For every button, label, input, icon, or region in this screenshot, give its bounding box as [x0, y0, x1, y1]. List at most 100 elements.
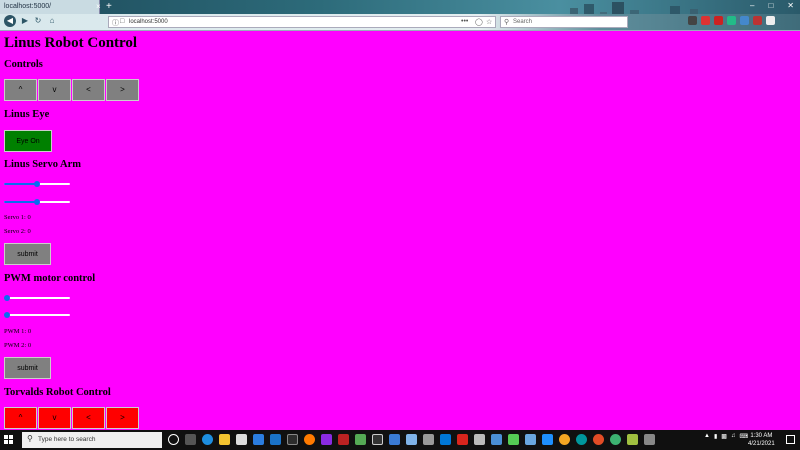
home-icon[interactable]: ⌂ — [46, 15, 58, 27]
linus-right-button[interactable]: > — [106, 79, 139, 101]
keyboard-icon[interactable]: ⌨ — [739, 433, 748, 440]
app-teal-icon[interactable] — [610, 434, 621, 445]
cortana-icon[interactable] — [168, 434, 179, 445]
pwm1-slider-thumb[interactable] — [4, 295, 10, 301]
browser-tab[interactable]: localhost:5000/ — [0, 0, 100, 14]
pocket-icon[interactable]: ◯ — [475, 18, 483, 26]
app-grey-icon[interactable] — [474, 434, 485, 445]
window-controls: – □ ✕ — [750, 1, 794, 10]
torvalds-left-button[interactable]: < — [72, 407, 105, 429]
pwm2-slider-thumb[interactable] — [4, 312, 10, 318]
page-title: Linus Robot Control — [4, 35, 138, 51]
taskbar-search-input[interactable]: ⚲ Type here to search — [22, 432, 162, 448]
maximize-icon[interactable]: □ — [768, 1, 773, 10]
page-icon: □ — [120, 18, 125, 25]
page-actions-icon[interactable]: ••• — [461, 18, 468, 25]
app-red-icon[interactable] — [338, 434, 349, 445]
tab-close-icon[interactable]: × — [96, 2, 101, 11]
minimize-icon[interactable]: – — [750, 1, 754, 10]
extension-red-icon[interactable] — [701, 16, 710, 25]
notification-center-icon[interactable] — [786, 435, 795, 444]
app-p-icon[interactable] — [440, 434, 451, 445]
servo2-slider[interactable] — [4, 199, 70, 205]
terminal-icon[interactable] — [372, 434, 383, 445]
servo2-slider-thumb[interactable] — [34, 199, 40, 205]
photos-icon[interactable] — [525, 434, 536, 445]
firefox-icon[interactable] — [304, 434, 315, 445]
app-blue-icon[interactable] — [270, 434, 281, 445]
bookmark-star-icon[interactable]: ☆ — [486, 18, 492, 26]
menu-icon[interactable] — [766, 16, 775, 25]
pwm1-slider-track — [4, 297, 70, 299]
chrome-icon[interactable] — [593, 434, 604, 445]
app-dark-icon[interactable] — [287, 434, 298, 445]
pwm-submit-button[interactable]: submit — [4, 357, 51, 379]
torvalds-up-button[interactable]: ^ — [4, 407, 37, 429]
app-folder-icon[interactable] — [389, 434, 400, 445]
file-explorer-icon[interactable] — [219, 434, 230, 445]
extension-green-icon[interactable] — [727, 16, 736, 25]
servo1-slider-fill — [4, 183, 37, 185]
people-icon[interactable]: ▲ — [704, 433, 710, 440]
acrobat-icon[interactable] — [457, 434, 468, 445]
pwm1-slider[interactable] — [4, 295, 70, 301]
arduino-icon[interactable] — [576, 434, 587, 445]
extension-blue-icon[interactable] — [740, 16, 749, 25]
eye-heading: Linus Eye — [4, 109, 50, 120]
app-x-icon[interactable] — [491, 434, 502, 445]
clock-time: 1:30 AM — [750, 433, 773, 439]
eye-on-button[interactable]: Eye On — [4, 130, 52, 152]
adblock-icon[interactable] — [714, 16, 723, 25]
windows-start-icon[interactable] — [4, 435, 14, 445]
pwm2-slider-track — [4, 314, 70, 316]
taskbar-search-icon: ⚲ — [27, 434, 33, 443]
close-window-icon[interactable]: ✕ — [787, 1, 794, 10]
page-content: Linus Robot Control Controls ^ v < > Lin… — [0, 31, 800, 430]
windows-taskbar: ⚲ Type here to search ▲ ▮ ▩ ♫ ⌨ 1:30 AM … — [0, 430, 800, 450]
address-bar[interactable]: ⓘ □ localhost:5000 ••• ◯ ☆ — [108, 16, 496, 28]
taskbar-search-placeholder: Type here to search — [38, 436, 96, 443]
torvalds-down-button[interactable]: v — [38, 407, 71, 429]
url-text: localhost:5000 — [129, 19, 168, 25]
pwm2-readout: PWM 2: 0 — [4, 342, 32, 349]
browser-search-input[interactable]: ⚲ Search — [500, 16, 628, 28]
settings-icon[interactable] — [423, 434, 434, 445]
pwm2-slider[interactable] — [4, 312, 70, 318]
app-light-blue-icon[interactable] — [406, 434, 417, 445]
battery-icon[interactable]: ▮ — [714, 433, 717, 440]
task-view-icon[interactable] — [185, 434, 196, 445]
network-icon[interactable]: ▩ — [721, 433, 727, 440]
torvalds-right-button[interactable]: > — [106, 407, 139, 429]
linus-down-button[interactable]: v — [38, 79, 71, 101]
mail-icon[interactable] — [253, 434, 264, 445]
library-icon[interactable] — [688, 16, 697, 25]
search-icon: ⚲ — [504, 19, 510, 26]
extension-dark-red-icon[interactable] — [753, 16, 762, 25]
app-green-icon[interactable] — [355, 434, 366, 445]
servo-submit-button[interactable]: submit — [4, 243, 51, 265]
app-lime-icon[interactable] — [508, 434, 519, 445]
servo1-slider[interactable] — [4, 181, 70, 187]
reload-icon[interactable]: ↻ — [32, 15, 44, 27]
volume-icon[interactable]: ♫ — [731, 433, 736, 440]
forward-icon[interactable]: ▶ — [19, 15, 31, 27]
extension-icons — [688, 16, 775, 25]
app-tile-icon[interactable] — [644, 434, 655, 445]
info-icon[interactable]: ⓘ — [112, 18, 119, 28]
taskbar-app-icons — [168, 434, 655, 445]
new-tab-icon[interactable]: + — [106, 1, 112, 12]
back-icon[interactable]: ◀ — [4, 15, 16, 27]
visual-studio-icon[interactable] — [321, 434, 332, 445]
taskbar-clock[interactable]: 1:30 AM 4/21/2021 — [748, 432, 775, 448]
linus-up-button[interactable]: ^ — [4, 79, 37, 101]
linus-left-button[interactable]: < — [72, 79, 105, 101]
clock-date: 4/21/2021 — [748, 441, 775, 447]
pwm1-readout: PWM 1: 0 — [4, 328, 32, 335]
app-yellow-icon[interactable] — [559, 434, 570, 445]
app-olive-icon[interactable] — [627, 434, 638, 445]
app-azure-icon[interactable] — [542, 434, 553, 445]
store-icon[interactable] — [236, 434, 247, 445]
edge-icon[interactable] — [202, 434, 213, 445]
servo1-slider-thumb[interactable] — [34, 181, 40, 187]
servo-heading: Linus Servo Arm — [4, 159, 82, 170]
